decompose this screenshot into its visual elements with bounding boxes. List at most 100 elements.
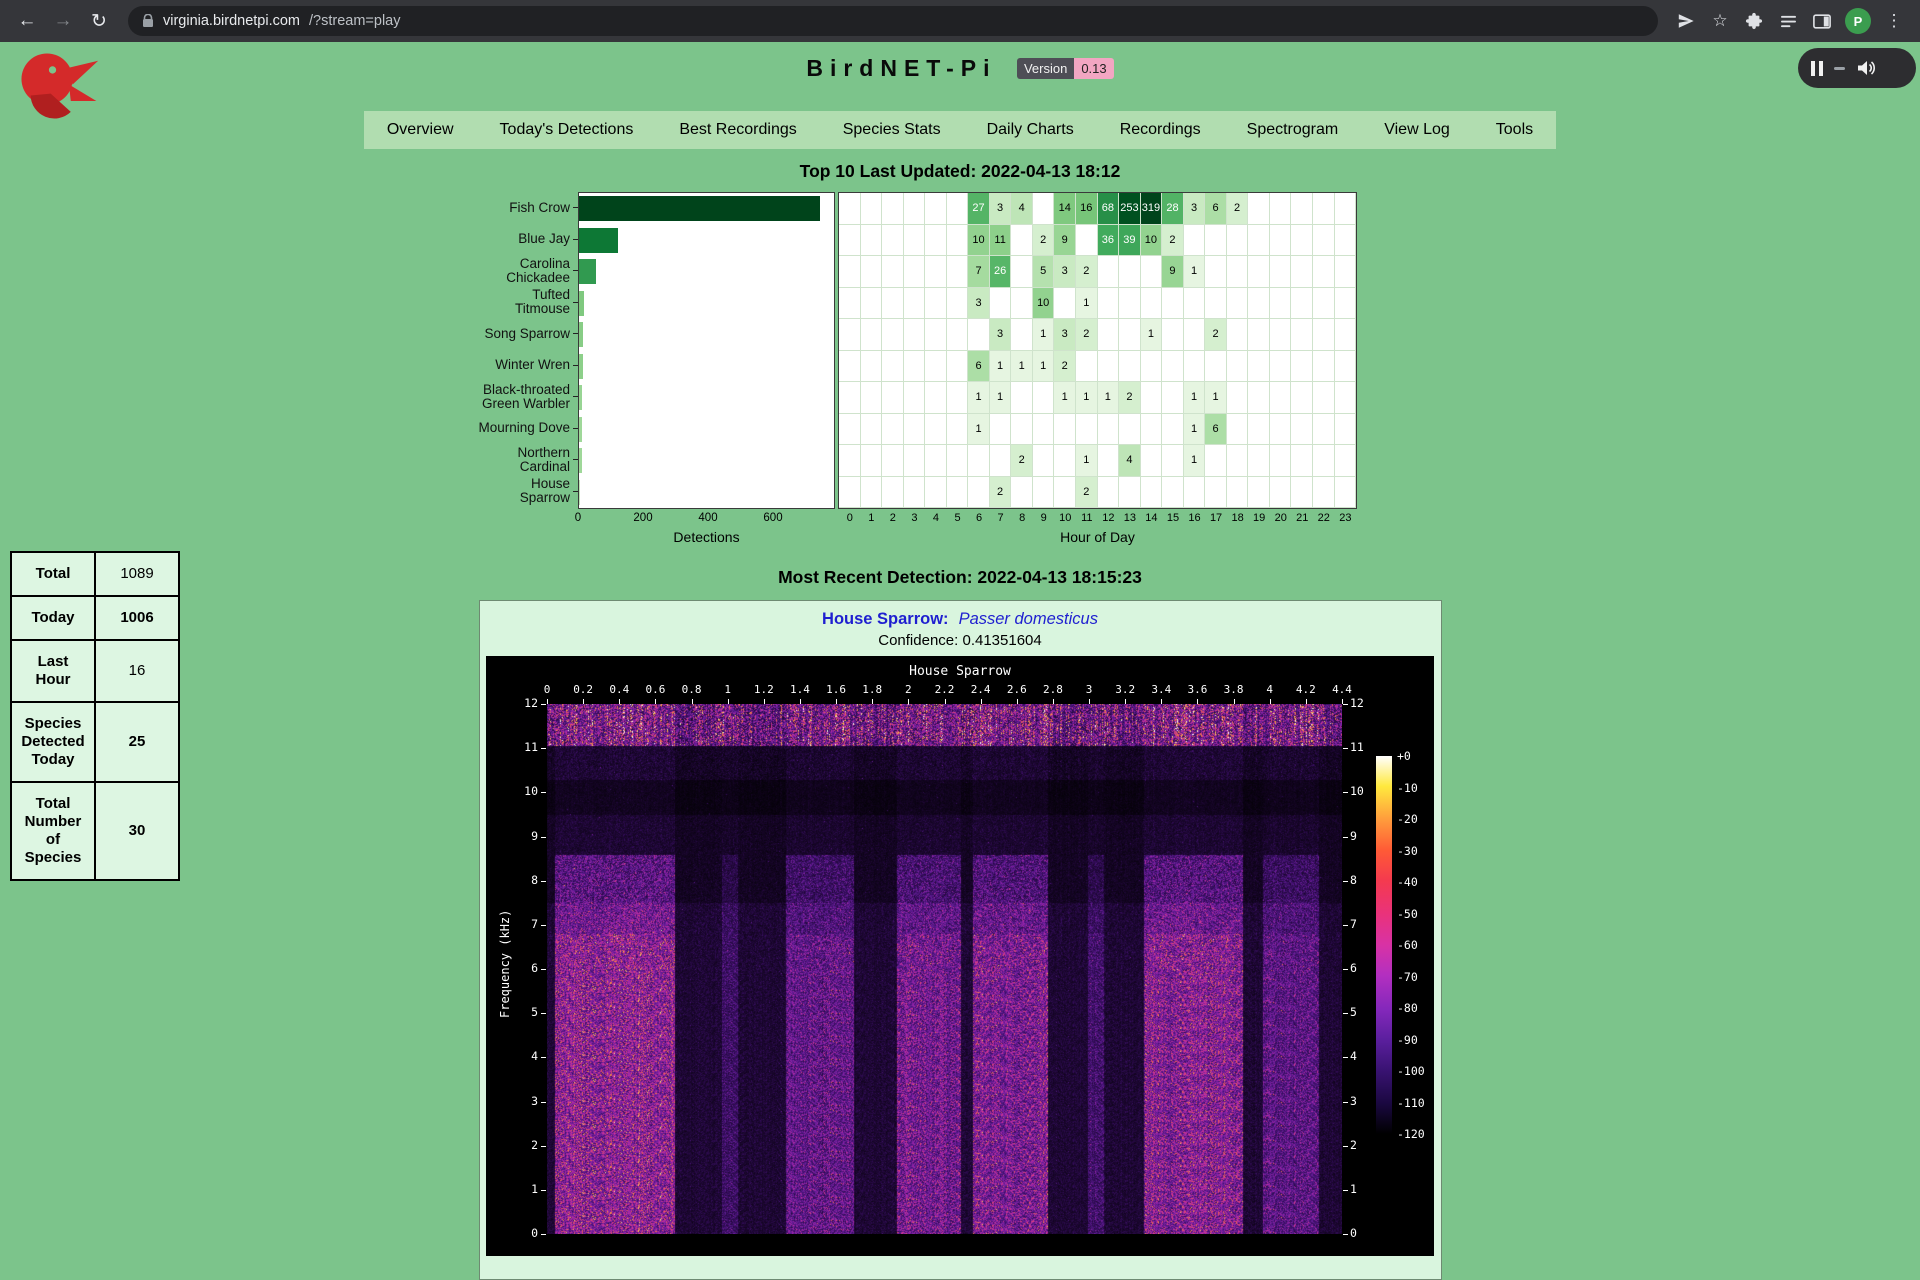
nav-item-overview[interactable]: Overview bbox=[364, 111, 477, 149]
stats-label: Today bbox=[11, 596, 95, 640]
nav-item-today-s-detections[interactable]: Today's Detections bbox=[477, 111, 657, 149]
heatmap-cell: 2 bbox=[1033, 225, 1055, 257]
heatmap-cell bbox=[990, 445, 1012, 477]
send-icon[interactable] bbox=[1670, 5, 1702, 37]
heatmap-cell bbox=[1335, 225, 1357, 257]
top10-heading: Top 10 Last Updated: 2022-04-13 18:12 bbox=[0, 161, 1920, 182]
heatmap-cell bbox=[1291, 225, 1313, 257]
stats-value[interactable]: 1006 bbox=[95, 596, 179, 640]
profile-avatar[interactable]: P bbox=[1845, 8, 1871, 34]
heatmap-cell bbox=[947, 445, 969, 477]
back-button[interactable]: ← bbox=[10, 4, 44, 38]
heatmap-cell bbox=[1033, 193, 1055, 225]
heatmap-cell: 1 bbox=[1076, 382, 1098, 414]
detection-bar bbox=[579, 228, 618, 253]
heatmap-cell bbox=[1162, 288, 1184, 320]
nav-item-tools[interactable]: Tools bbox=[1473, 111, 1556, 149]
spec-x-tickmark bbox=[908, 699, 909, 704]
bar-axis-tick: 600 bbox=[763, 512, 782, 524]
url-bar[interactable]: virginia.birdnetpi.com/?stream=play bbox=[128, 6, 1658, 36]
stats-label: Total Number of Species bbox=[11, 782, 95, 880]
heatmap-cell bbox=[1119, 477, 1141, 509]
spec-y-tick: 9 bbox=[490, 829, 538, 843]
heatmap-cell: 253 bbox=[1119, 193, 1141, 225]
nav-item-recordings[interactable]: Recordings bbox=[1097, 111, 1224, 149]
spec-x-tickmark bbox=[547, 699, 548, 704]
browser-menu-icon[interactable]: ⋮ bbox=[1878, 5, 1910, 37]
stats-row: Species Detected Today25 bbox=[11, 702, 179, 782]
spec-y-tick: 4 bbox=[1350, 1049, 1357, 1063]
heatmap-cell bbox=[839, 445, 861, 477]
heatmap-cell bbox=[1335, 414, 1357, 446]
heatmap-cell bbox=[1119, 351, 1141, 383]
colorbar-tick: -50 bbox=[1397, 907, 1418, 921]
spec-y-tickmark bbox=[541, 1057, 546, 1058]
heatmap-cell: 7 bbox=[968, 256, 990, 288]
nav-item-species-stats[interactable]: Species Stats bbox=[820, 111, 964, 149]
spec-x-tick: 3.4 bbox=[1151, 683, 1171, 696]
nav-item-spectrogram[interactable]: Spectrogram bbox=[1224, 111, 1362, 149]
heatmap-cell: 1 bbox=[1184, 445, 1206, 477]
extensions-icon[interactable] bbox=[1738, 5, 1770, 37]
heatmap-cell bbox=[1270, 256, 1292, 288]
heatmap-cell bbox=[839, 225, 861, 257]
heatmap-cell bbox=[882, 351, 904, 383]
bar-row bbox=[579, 319, 834, 351]
heatmap-cell: 1 bbox=[1054, 382, 1076, 414]
heatmap-cell bbox=[1313, 445, 1335, 477]
detection-bar bbox=[579, 354, 583, 379]
heatmap-cell bbox=[904, 382, 926, 414]
spec-x-tick: 1.2 bbox=[754, 683, 774, 696]
heatmap-cell: 9 bbox=[1162, 256, 1184, 288]
colorbar-tick: -90 bbox=[1397, 1033, 1418, 1047]
bookmark-star-icon[interactable]: ☆ bbox=[1704, 5, 1736, 37]
forward-button[interactable]: → bbox=[46, 4, 80, 38]
hour-axis-tick: 22 bbox=[1313, 509, 1335, 527]
heatmap-cell: 26 bbox=[990, 256, 1012, 288]
heatmap-cell bbox=[1248, 193, 1270, 225]
heatmap-cell bbox=[1291, 382, 1313, 414]
nav-item-daily-charts[interactable]: Daily Charts bbox=[964, 111, 1097, 149]
heatmap-cell bbox=[1184, 288, 1206, 320]
heatmap-cell: 2 bbox=[1227, 193, 1249, 225]
pause-button[interactable] bbox=[1811, 61, 1823, 76]
heatmap-cell bbox=[1141, 256, 1163, 288]
spec-y-tick: 11 bbox=[490, 740, 538, 754]
spec-x-tickmark bbox=[655, 699, 656, 704]
heatmap-cell: 2 bbox=[1054, 351, 1076, 383]
nav-item-view-log[interactable]: View Log bbox=[1361, 111, 1473, 149]
reload-button[interactable]: ↻ bbox=[82, 4, 116, 38]
heatmap-cell bbox=[882, 445, 904, 477]
heatmap-cell bbox=[1291, 256, 1313, 288]
side-panel-icon[interactable] bbox=[1806, 5, 1838, 37]
heatmap-cell bbox=[1313, 477, 1335, 509]
heatmap-cell bbox=[1162, 445, 1184, 477]
heatmap-cell: 1 bbox=[990, 351, 1012, 383]
heatmap-cell bbox=[1162, 382, 1184, 414]
heatmap-cell bbox=[882, 288, 904, 320]
heatmap-cell bbox=[839, 256, 861, 288]
heatmap-cell bbox=[1270, 445, 1292, 477]
heatmap-cell: 4 bbox=[1011, 193, 1033, 225]
spec-y-tickmark bbox=[1343, 1234, 1348, 1235]
audio-player bbox=[1798, 48, 1916, 88]
hour-axis-tick: 18 bbox=[1227, 509, 1249, 527]
stats-value[interactable]: 30 bbox=[95, 782, 179, 880]
stats-label: Species Detected Today bbox=[11, 702, 95, 782]
heatmap-cell bbox=[861, 225, 883, 257]
heatmap-cell: 1 bbox=[1033, 351, 1055, 383]
detection-bar bbox=[579, 448, 582, 473]
heatmap-cell: 1 bbox=[1141, 319, 1163, 351]
heatmap-cell bbox=[1270, 382, 1292, 414]
reading-list-icon[interactable] bbox=[1772, 5, 1804, 37]
detection-bar bbox=[579, 291, 584, 316]
heatmap-cell bbox=[1119, 256, 1141, 288]
url-path: /?stream=play bbox=[309, 13, 400, 29]
volume-button[interactable] bbox=[1856, 59, 1876, 77]
nav-item-best-recordings[interactable]: Best Recordings bbox=[656, 111, 819, 149]
spec-x-tick: 4 bbox=[1266, 683, 1273, 696]
seek-bar[interactable] bbox=[1834, 67, 1845, 70]
heatmap-cell bbox=[1270, 288, 1292, 320]
heatmap-cell bbox=[1076, 414, 1098, 446]
stats-value[interactable]: 25 bbox=[95, 702, 179, 782]
